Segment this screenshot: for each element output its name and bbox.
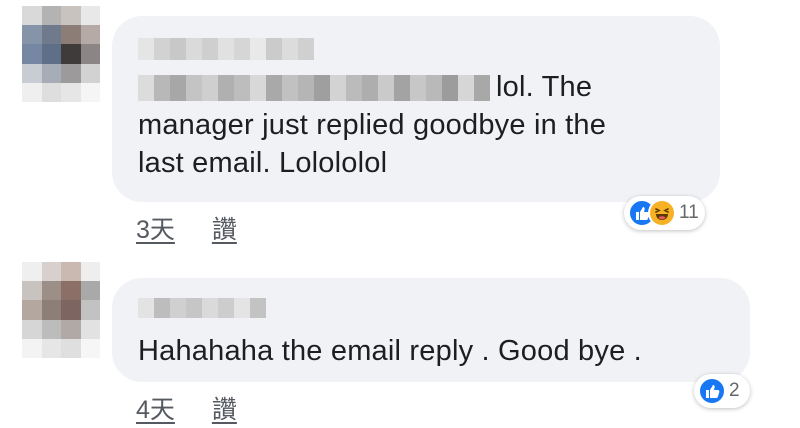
comment-text-line3: last email. Lolololol [138, 147, 388, 179]
author-name-redacted[interactable] [138, 298, 750, 318]
comment-actions: 3天 讚 [136, 210, 267, 246]
comment-text-line2: manager just replied goodbye in the [138, 109, 607, 141]
avatar[interactable] [22, 262, 100, 358]
comment-text: Hahahaha the email reply . Good bye . [138, 335, 642, 367]
timestamp-link[interactable]: 3天 [136, 216, 175, 244]
reaction-count: 11 [679, 202, 699, 223]
reaction-summary[interactable]: 2 [694, 374, 750, 408]
comment-text: lol. The manager just replied goodbye in… [138, 68, 720, 182]
like-button[interactable]: 讚 [212, 216, 237, 244]
comment-bubble: Hahahaha the email reply . Good bye . [112, 278, 750, 382]
like-button[interactable]: 讚 [212, 396, 237, 424]
comment-actions: 4天 讚 [136, 390, 267, 426]
reaction-summary[interactable]: 11 [624, 196, 705, 230]
avatar[interactable] [22, 6, 100, 102]
like-icon [698, 377, 726, 405]
author-name-redacted[interactable] [138, 38, 720, 60]
reaction-count: 2 [729, 380, 740, 401]
timestamp-link[interactable]: 4天 [136, 396, 175, 424]
haha-icon [648, 199, 676, 227]
comment-bubble: lol. The manager just replied goodbye in… [112, 16, 720, 202]
redacted-text [138, 75, 490, 102]
comment-text-line1: lol. The [496, 71, 593, 103]
